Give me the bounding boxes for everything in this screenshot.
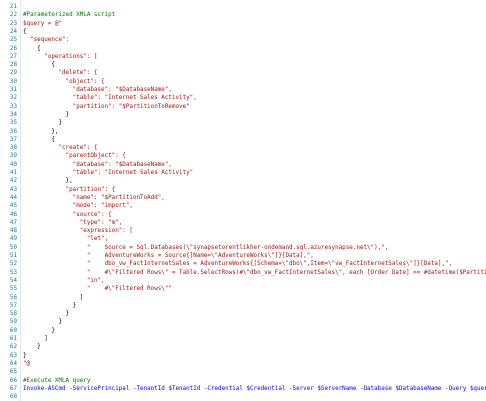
code-text: #Execute XMLA query bbox=[23, 377, 91, 384]
code-text: }, bbox=[23, 178, 73, 185]
code-text: "create": { bbox=[23, 145, 98, 152]
code-text: } bbox=[23, 111, 70, 118]
code-text: "@ bbox=[23, 360, 31, 367]
code-text: } bbox=[23, 311, 70, 318]
code-text: "expression": [ bbox=[23, 228, 133, 235]
code-text: ] bbox=[23, 336, 48, 342]
code-text: }, bbox=[23, 128, 59, 135]
code-text: "in", bbox=[23, 277, 105, 284]
line-number: 68 bbox=[9, 394, 17, 401]
code-text: } bbox=[23, 302, 77, 309]
code-text: { bbox=[23, 62, 55, 69]
code-text: " AdventureWorks = Source{[Name=\"Advent… bbox=[23, 253, 314, 259]
code-text: { bbox=[23, 28, 27, 35]
code-text: "delete": { bbox=[23, 70, 98, 77]
code-text: { bbox=[23, 45, 41, 52]
code-text: $query = @" bbox=[23, 20, 63, 27]
code-text: " dbo_vw_FactInternetSales = AdventureWo… bbox=[23, 261, 453, 268]
code-text: "let", bbox=[23, 236, 109, 243]
code-text: "sequence": bbox=[23, 37, 70, 44]
code-text: "database": "$DatabaseName", bbox=[23, 161, 172, 168]
code-text: { bbox=[23, 136, 55, 143]
code-text: "type": "m", bbox=[23, 219, 123, 226]
code-text: " #\"Filtered Rows\"" bbox=[23, 286, 172, 293]
code-text: ] bbox=[23, 294, 84, 301]
code-line[interactable]: 67 Invoke-ASCmd -ServicePrincipal -Tenant… bbox=[0, 385, 486, 394]
code-text: "object": { bbox=[23, 78, 105, 85]
code-text: "parentObject": { bbox=[23, 153, 126, 160]
code-text: "partition": "$PartitionToRemove" bbox=[23, 103, 190, 110]
code-text: } bbox=[23, 352, 27, 359]
code-text: "partition": { bbox=[23, 186, 116, 193]
code-text: } bbox=[23, 327, 55, 334]
code-text: "table": "Internet Sales Activity", bbox=[23, 95, 197, 102]
code-text: } bbox=[23, 120, 63, 127]
code-text: "source": { bbox=[23, 211, 112, 218]
code-text: " #\"Filtered Rows\" = Table.SelectRows(… bbox=[23, 269, 486, 276]
code-line[interactable]: 68 bbox=[0, 393, 23, 401]
code-text: "mode": "import", bbox=[23, 203, 133, 210]
code-text: } bbox=[23, 344, 41, 351]
code-text: "database": "$DatabaseName", bbox=[23, 87, 172, 93]
code-text: " Source = Sql.Databases(\"synapsetorent… bbox=[23, 244, 389, 251]
code-text: Invoke-ASCmd -ServicePrincipal -TenantId… bbox=[23, 385, 486, 392]
code-text: } bbox=[23, 319, 63, 326]
code-text: #Parameterized XMLA script bbox=[23, 12, 116, 19]
code-text: "table": "Internet Sales Activity" bbox=[23, 170, 194, 176]
code-text: "name": "$PartitionToAdd", bbox=[23, 194, 165, 201]
code-editor[interactable]: 21 22 #Parameterized XMLA script 23 $query =… bbox=[0, 0, 486, 401]
code-text: "operations": [ bbox=[23, 53, 98, 60]
